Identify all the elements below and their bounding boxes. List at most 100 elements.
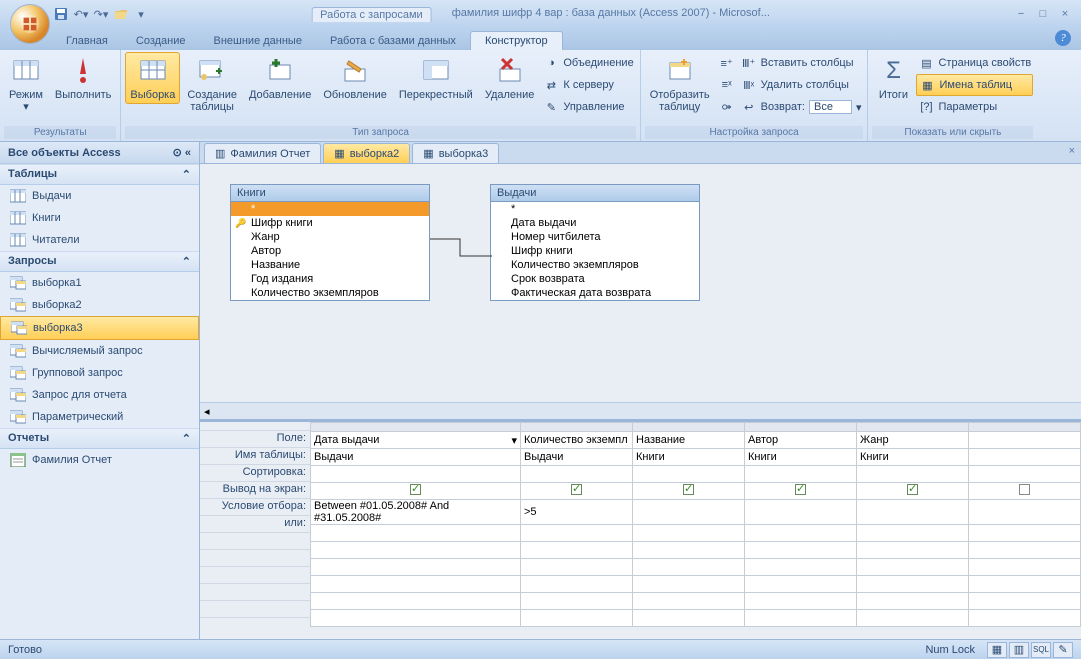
col-selector[interactable] bbox=[857, 423, 969, 432]
sql-view-button[interactable]: SQL bbox=[1031, 642, 1051, 658]
criteria-cell[interactable] bbox=[857, 500, 969, 525]
nav-item-table[interactable]: Выдачи bbox=[0, 185, 199, 207]
grid-cell[interactable] bbox=[745, 525, 857, 542]
grid-cell[interactable] bbox=[521, 525, 633, 542]
doctab-query2[interactable]: ▦выборка2 bbox=[323, 143, 410, 163]
checkbox-checked-icon[interactable] bbox=[683, 484, 694, 495]
grid-cell[interactable] bbox=[969, 593, 1081, 610]
builder-button[interactable]: ⚩ bbox=[717, 96, 737, 118]
checkbox-checked-icon[interactable] bbox=[907, 484, 918, 495]
open-icon[interactable] bbox=[112, 5, 130, 23]
relationship-pane[interactable]: Книги *🔑Шифр книгиЖанрАвторНазваниеГод и… bbox=[200, 164, 1081, 402]
passthrough-button[interactable]: ⇄К серверу bbox=[541, 74, 635, 96]
field-row[interactable]: Срок возврата bbox=[491, 272, 699, 286]
table-box-issues[interactable]: Выдачи *Дата выдачиНомер читбилетаШифр к… bbox=[490, 184, 700, 301]
table-cell[interactable]: Выдачи bbox=[311, 449, 521, 466]
field-row[interactable]: Название bbox=[231, 258, 429, 272]
tab-home[interactable]: Главная bbox=[52, 32, 122, 50]
grid-cell[interactable] bbox=[633, 610, 745, 627]
tab-designer[interactable]: Конструктор bbox=[470, 31, 563, 50]
nav-item-table[interactable]: Читатели bbox=[0, 229, 199, 251]
table-box-books[interactable]: Книги *🔑Шифр книгиЖанрАвторНазваниеГод и… bbox=[230, 184, 430, 301]
table-cell[interactable]: Книги bbox=[857, 449, 969, 466]
field-row[interactable]: Автор bbox=[231, 244, 429, 258]
field-row[interactable]: Количество экземпляров bbox=[491, 258, 699, 272]
col-selector[interactable] bbox=[745, 423, 857, 432]
field-row[interactable]: Количество экземпляров bbox=[231, 286, 429, 300]
params-button[interactable]: [?]Параметры bbox=[916, 96, 1033, 118]
select-query-button[interactable]: Выборка bbox=[125, 52, 180, 104]
grid-cell[interactable] bbox=[745, 542, 857, 559]
grid-cell[interactable] bbox=[633, 593, 745, 610]
field-row[interactable]: Дата выдачи bbox=[491, 216, 699, 230]
delete-query-button[interactable]: Удаление bbox=[480, 52, 540, 104]
nav-item-query[interactable]: выборка2 bbox=[0, 294, 199, 316]
crosstab-button[interactable]: Перекрестный bbox=[394, 52, 478, 104]
grid-cell[interactable] bbox=[857, 610, 969, 627]
maketable-button[interactable]: Создание таблицы bbox=[182, 52, 242, 116]
datadef-button[interactable]: ✎Управление bbox=[541, 96, 635, 118]
grid-cell[interactable] bbox=[857, 542, 969, 559]
field-row[interactable]: Шифр книги bbox=[491, 244, 699, 258]
nav-item-query[interactable]: Групповой запрос bbox=[0, 362, 199, 384]
table-cell[interactable]: Выдачи bbox=[521, 449, 633, 466]
nav-item-query[interactable]: Запрос для отчета bbox=[0, 384, 199, 406]
insertrows-button[interactable]: ≡⁺ bbox=[717, 52, 737, 74]
grid-cell[interactable] bbox=[521, 593, 633, 610]
col-selector[interactable] bbox=[633, 423, 745, 432]
datasheet-view-button[interactable]: ▦ bbox=[987, 642, 1007, 658]
grid-cell[interactable] bbox=[521, 542, 633, 559]
return-combo[interactable]: ↩Возврат: Все▾ bbox=[739, 96, 864, 118]
field-cell[interactable]: Автор bbox=[745, 432, 857, 449]
nav-item-query[interactable]: Параметрический bbox=[0, 406, 199, 428]
qat-more-icon[interactable]: ▾ bbox=[132, 5, 150, 23]
col-selector[interactable] bbox=[969, 423, 1081, 432]
union-button[interactable]: ◑Объединение bbox=[541, 52, 635, 74]
show-cell[interactable] bbox=[311, 483, 521, 500]
save-icon[interactable] bbox=[52, 5, 70, 23]
grid-cell[interactable] bbox=[857, 559, 969, 576]
showtable-button[interactable]: Отобразить таблицу bbox=[645, 52, 715, 116]
criteria-cell[interactable] bbox=[633, 500, 745, 525]
checkbox-checked-icon[interactable] bbox=[795, 484, 806, 495]
field-row[interactable]: Фактическая дата возврата bbox=[491, 286, 699, 300]
grid-cell[interactable] bbox=[745, 610, 857, 627]
close-doc-button[interactable]: × bbox=[1069, 145, 1075, 157]
criteria-cell[interactable]: Between #01.05.2008# And #31.05.2008# bbox=[311, 500, 521, 525]
grid-cell[interactable] bbox=[311, 542, 521, 559]
field-cell[interactable]: Количество экземпл bbox=[521, 432, 633, 449]
grid-cell[interactable] bbox=[521, 576, 633, 593]
field-row[interactable]: Номер читбилета bbox=[491, 230, 699, 244]
sort-cell[interactable] bbox=[745, 466, 857, 483]
sort-cell[interactable] bbox=[857, 466, 969, 483]
upper-scrollbar[interactable]: ◂ bbox=[200, 402, 1081, 419]
nav-item-query[interactable]: выборка1 bbox=[0, 272, 199, 294]
deleterows-button[interactable]: ≡ˣ bbox=[717, 74, 737, 96]
nav-item-table[interactable]: Книги bbox=[0, 207, 199, 229]
grid-cell[interactable] bbox=[311, 593, 521, 610]
grid-cell[interactable] bbox=[311, 576, 521, 593]
field-cell[interactable]: Дата выдачи ▾ bbox=[311, 432, 521, 449]
nav-item-report[interactable]: Фамилия Отчет bbox=[0, 449, 199, 471]
help-icon[interactable]: ? bbox=[1055, 30, 1071, 46]
tab-create[interactable]: Создание bbox=[122, 32, 200, 50]
field-cell[interactable]: Название bbox=[633, 432, 745, 449]
show-cell[interactable] bbox=[633, 483, 745, 500]
grid-cell[interactable] bbox=[857, 576, 969, 593]
field-row[interactable]: * bbox=[231, 202, 429, 216]
undo-icon[interactable]: ↶▾ bbox=[72, 5, 90, 23]
run-button[interactable]: Выполнить bbox=[50, 52, 116, 104]
field-row[interactable]: Год издания bbox=[231, 272, 429, 286]
minimize-button[interactable]: − bbox=[1013, 8, 1029, 20]
tablenames-button[interactable]: ▦Имена таблиц bbox=[916, 74, 1033, 96]
nav-section-queries[interactable]: Запросы⌃ bbox=[0, 251, 199, 272]
grid-cell[interactable] bbox=[969, 525, 1081, 542]
sort-cell[interactable] bbox=[633, 466, 745, 483]
grid-cell[interactable] bbox=[521, 559, 633, 576]
grid-cell[interactable] bbox=[633, 559, 745, 576]
grid-cell[interactable] bbox=[311, 610, 521, 627]
show-cell[interactable] bbox=[521, 483, 633, 500]
grid-cell[interactable] bbox=[311, 525, 521, 542]
sort-cell[interactable] bbox=[969, 466, 1081, 483]
design-view-button[interactable]: ✎ bbox=[1053, 642, 1073, 658]
